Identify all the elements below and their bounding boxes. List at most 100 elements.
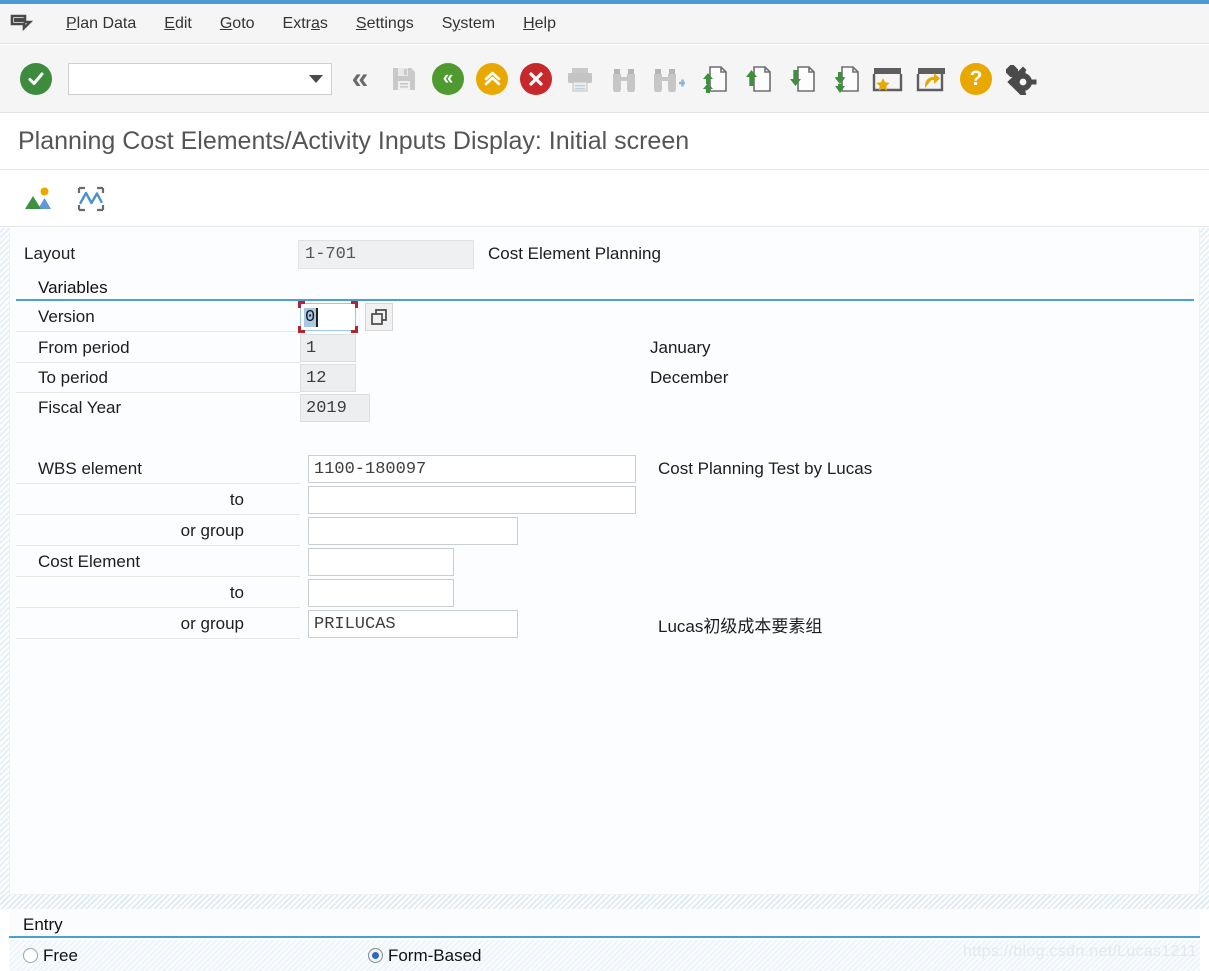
find-next-button (646, 56, 690, 102)
green-check-circle-icon (20, 62, 52, 95)
standard-toolbar: « « ? (0, 45, 1209, 113)
green-back-circle-icon: « (432, 62, 464, 95)
search-help-icon (370, 308, 387, 325)
field-row-cost-element-to: to (16, 578, 1194, 608)
page-edge-right (1200, 228, 1209, 909)
help-button[interactable]: ? (954, 56, 998, 102)
menu-item-settings[interactable]: Settings (342, 13, 428, 35)
layout-row: Layout 1-701 Cost Element Planning (16, 239, 1196, 269)
page-down-icon (790, 65, 815, 92)
focus-corner-bottom-left (298, 326, 305, 333)
entry-group-header: Entry (9, 909, 1200, 938)
create-shortcut-button[interactable] (910, 56, 954, 102)
entry-free-label: Free (43, 945, 78, 965)
print-button (558, 56, 602, 102)
cost-element-group-description: Lucas初级成本要素组 (658, 616, 823, 636)
line-chart-icon (77, 186, 105, 211)
layout-label: Layout (24, 244, 76, 263)
page-title: Planning Cost Elements/Activity Inputs D… (18, 127, 690, 155)
version-search-help-button[interactable] (365, 303, 393, 331)
screen-title-bar: Planning Cost Elements/Activity Inputs D… (0, 114, 1209, 170)
command-input[interactable] (69, 64, 301, 93)
wbs-element-label: WBS element (16, 454, 300, 484)
field-row-version: Version 0 (16, 301, 1194, 333)
menu-item-help[interactable]: Help (509, 13, 570, 35)
menu-item-system[interactable]: System (428, 13, 509, 35)
page-double-down-icon (835, 65, 859, 93)
wbs-element-to-label: to (16, 485, 300, 515)
version-value: 0 (304, 307, 317, 327)
wbs-element-group-input[interactable] (308, 517, 518, 545)
red-cancel-circle-icon (520, 62, 552, 95)
wbs-element-input[interactable]: 1100-180097 (308, 455, 636, 483)
enter-button[interactable] (14, 56, 58, 102)
sap-gui-window: Plan Data Edit Goto Extras Settings Syst… (0, 0, 1209, 971)
menu-bar: Plan Data Edit Goto Extras Settings Syst… (0, 4, 1209, 44)
to-period-label: To period (16, 363, 300, 393)
cost-element-group-label: or group (16, 609, 300, 639)
last-page-button[interactable] (822, 56, 866, 102)
planner-profile-button[interactable] (70, 179, 112, 219)
first-page-button[interactable] (690, 56, 734, 102)
command-history-button[interactable]: « (338, 56, 382, 102)
field-row-from-period: From period 1 January (16, 333, 1194, 363)
previous-page-button[interactable] (734, 56, 778, 102)
cost-element-group-input[interactable]: PRILUCAS (308, 610, 518, 638)
next-page-button[interactable] (778, 56, 822, 102)
overview-screen-button[interactable] (18, 179, 60, 219)
back-button[interactable]: « (426, 56, 470, 102)
field-row-to-period: To period 12 December (16, 363, 1194, 393)
fiscal-year-label: Fiscal Year (38, 398, 122, 417)
focus-corner-bottom-right (351, 326, 358, 333)
binoculars-icon (613, 68, 635, 92)
customize-local-layout-button[interactable] (998, 56, 1042, 102)
page-up-icon (746, 65, 771, 92)
entry-form-based[interactable]: Form-Based (367, 945, 482, 966)
version-input[interactable]: 0 (298, 301, 358, 333)
menu-item-goto[interactable]: Goto (206, 13, 269, 35)
variables-group-header: Variables (16, 274, 1194, 301)
field-row-wbs-element: WBS element 1100-180097 Cost Planning Te… (16, 454, 1194, 484)
cancel-button[interactable] (514, 56, 558, 102)
picture-landscape-icon (25, 187, 51, 209)
entry-free[interactable]: Free (23, 946, 78, 966)
entry-options-row: Free Form-Based (9, 940, 1200, 971)
window-star-icon (872, 67, 903, 91)
wbs-element-group-label: or group (16, 516, 300, 546)
from-period-input[interactable]: 1 (300, 334, 356, 362)
from-period-label: From period (16, 333, 300, 363)
layout-field[interactable]: 1-701 (298, 239, 474, 269)
chevron-down-icon[interactable] (309, 74, 323, 83)
field-row-cost-element: Cost Element (16, 547, 1194, 577)
version-input-wrapper: 0 (298, 301, 393, 333)
gear-icon (1006, 64, 1037, 95)
radio-form-based-icon[interactable] (367, 948, 383, 963)
to-period-description: December (650, 368, 729, 387)
application-toolbar (0, 171, 1209, 227)
field-row-fiscal-year: Fiscal Year 2019 (16, 393, 1194, 423)
menu-item-edit[interactable]: Edit (150, 13, 206, 35)
cost-element-to-input[interactable] (308, 579, 454, 607)
selection-screen: Layout 1-701 Cost Element Planning Varia… (9, 228, 1200, 895)
wbs-element-to-input[interactable] (308, 486, 636, 514)
entry-form-based-label: Form-Based (387, 945, 482, 965)
menu-item-plan-data[interactable]: Plan Data (52, 13, 150, 35)
wbs-element-description: Cost Planning Test by Lucas (658, 459, 873, 478)
exit-button[interactable] (470, 56, 514, 102)
field-row-wbs-element-group: or group (16, 516, 1194, 546)
sap-menu-icon[interactable] (10, 13, 36, 35)
cost-element-to-label: to (16, 578, 300, 608)
field-row-wbs-element-to: to (16, 485, 1194, 515)
printer-icon (568, 67, 592, 91)
command-field[interactable] (68, 62, 332, 95)
fiscal-year-input[interactable]: 2019 (300, 394, 370, 422)
page-double-up-icon (703, 65, 727, 93)
to-period-input[interactable]: 12 (300, 364, 356, 392)
page-edge-left (0, 228, 9, 909)
menu-item-extras[interactable]: Extras (269, 13, 342, 35)
from-period-description: January (650, 338, 711, 357)
radio-free-icon[interactable] (23, 948, 38, 963)
find-button (602, 56, 646, 102)
create-session-button[interactable] (866, 56, 910, 102)
cost-element-input[interactable] (308, 548, 454, 576)
